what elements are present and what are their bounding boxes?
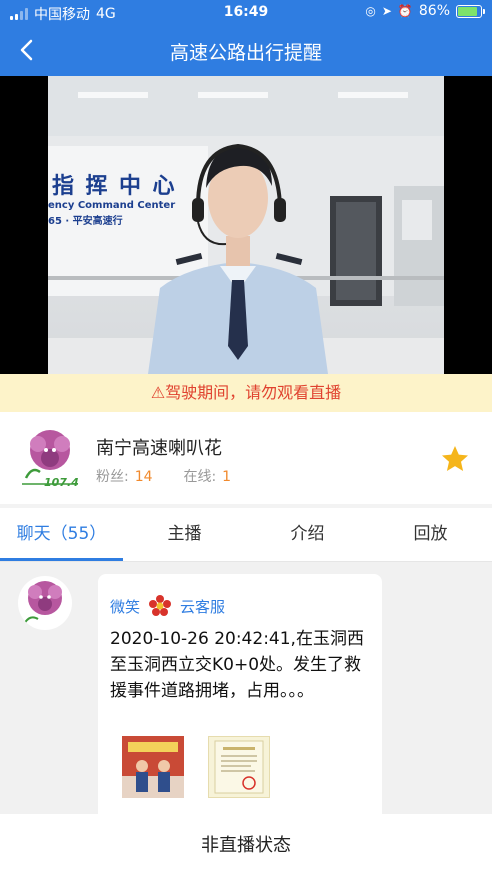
sign-title: 指 挥 中 心 [52, 173, 178, 198]
online-label: 在线: [183, 469, 217, 485]
fans-label: 粉丝: [96, 469, 129, 485]
video-frame: 指 挥 中 心 ency Command Center 65 · 平安高速行 [48, 76, 444, 374]
customer-service-badge-icon [149, 595, 172, 616]
channel-name: 南宁高速喇叭花 [96, 438, 222, 459]
online-count: 1 [222, 469, 232, 485]
avatar [18, 576, 72, 630]
navigation-bar: 高速公路出行提醒 [0, 24, 492, 76]
channel-logo-text: 107.4 [44, 476, 79, 489]
message-sender: 微笑 云客服 [110, 594, 225, 618]
tab-replay[interactable]: 回放 [369, 508, 492, 561]
location-icon: ➤ [381, 4, 392, 18]
event-photo-image [122, 736, 184, 798]
alarm-icon: ⏰ [397, 4, 413, 18]
channel-stats: 粉丝: 14 在线: 1 [96, 466, 231, 486]
certificate-image [214, 740, 264, 794]
sign-subtitle: 65 · 平安高速行 [48, 216, 123, 227]
sender-name: 微笑 [110, 597, 141, 616]
tab-host[interactable]: 主播 [123, 508, 246, 561]
battery-percent: 86% [418, 3, 450, 19]
warning-text: 驾驶期间，请勿观看直播 [165, 383, 342, 402]
status-bar: 中国移动 4G 16:49 ◎ ➤ ⏰ 86% [0, 0, 492, 24]
fans-count: 14 [134, 469, 153, 485]
screen-lock-icon: ◎ [365, 4, 376, 18]
chat-list[interactable]: 微笑 云客服 2020-10-26 20:42:41,在玉洞西至玉洞西立交K0+… [0, 562, 492, 814]
star-icon[interactable] [440, 444, 470, 474]
message-text: 2020-10-26 20:42:41,在玉洞西至玉洞西立交K0+0处。发生了救… [110, 629, 364, 701]
battery-icon [456, 4, 485, 18]
page-title: 高速公路出行提醒 [169, 42, 322, 64]
tab-intro[interactable]: 介绍 [246, 508, 369, 561]
status-icons: ◎ ➤ ⏰ 86% [365, 3, 485, 19]
tab-bar: 聊天（55） 主播 介绍 回放 [0, 508, 492, 562]
message-image-photo[interactable] [122, 736, 184, 798]
tab-chat[interactable]: 聊天（55） [0, 508, 123, 561]
live-status-bar: 非直播状态 [0, 814, 492, 878]
driving-warning-banner: ⚠驾驶期间，请勿观看直播 [0, 374, 492, 412]
sender-avatar-icon [23, 581, 62, 625]
video-player[interactable]: 指 挥 中 心 ency Command Center 65 · 平安高速行 [0, 76, 492, 374]
warning-icon: ⚠ [150, 383, 166, 402]
sign-english: ency Command Center [48, 200, 176, 211]
message-image-certificate[interactable] [208, 736, 270, 798]
channel-info: 107.4 南宁高速喇叭花 粉丝: 14 在线: 1 [0, 412, 492, 504]
sender-role: 云客服 [180, 597, 226, 616]
chat-message: 微笑 云客服 2020-10-26 20:42:41,在玉洞西至玉洞西立交K0+… [98, 574, 382, 814]
